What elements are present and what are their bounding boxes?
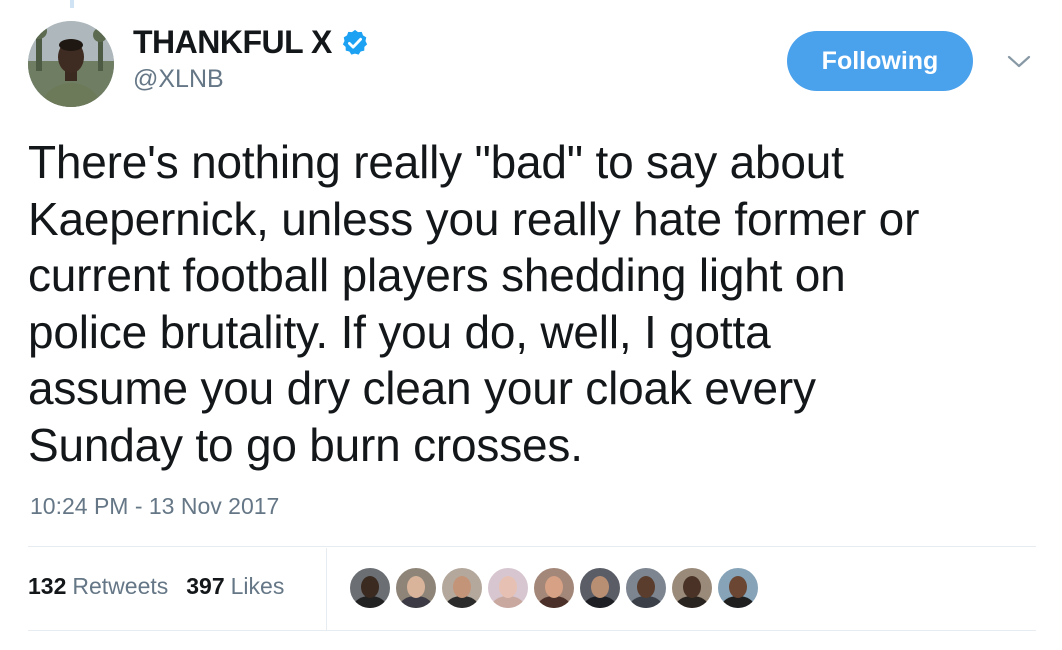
liker-avatar-body [722, 596, 754, 608]
liker-avatars [348, 566, 762, 610]
tweet-stats: 132 Retweets 397 Likes [28, 573, 302, 600]
verified-badge-icon [342, 29, 367, 55]
author-avatar[interactable] [28, 21, 114, 107]
liker-avatar-face [683, 576, 701, 598]
retweets-stat[interactable]: 132 Retweets [28, 573, 168, 600]
liker-avatar-body [630, 596, 662, 608]
liker-avatar[interactable] [624, 566, 668, 610]
liker-avatar-face [545, 576, 563, 598]
liker-avatar[interactable] [716, 566, 760, 610]
author-name-row[interactable]: THANKFUL X [133, 24, 370, 61]
likes-count: 397 [186, 573, 225, 599]
liker-avatar-body [400, 596, 432, 608]
stats-divider-bottom [28, 630, 1036, 631]
liker-avatar-face [591, 576, 609, 598]
liker-avatar-body [538, 596, 570, 608]
liker-avatar-face [361, 576, 379, 598]
likes-stat[interactable]: 397 Likes [186, 573, 284, 600]
liker-avatar-body [584, 596, 616, 608]
liker-avatar-body [676, 596, 708, 608]
tweet-text-line: police brutality. If you do, well, I got… [28, 305, 771, 358]
following-button[interactable]: Following [787, 31, 973, 91]
thread-connector-line [70, 0, 74, 8]
liker-avatar-face [453, 576, 471, 598]
liker-avatar[interactable] [670, 566, 714, 610]
liker-avatar-face [637, 576, 655, 598]
tweet-timestamp[interactable]: 10:24 PM - 13 Nov 2017 [30, 493, 279, 520]
stats-divider-top [28, 546, 1036, 547]
retweets-label: Retweets [72, 573, 169, 599]
tweet-text-line: Kaepernick, unless you really hate forme… [28, 192, 920, 245]
author-name[interactable]: THANKFUL X [133, 24, 332, 61]
tweet-text-line: There's nothing really "bad" to say abou… [28, 136, 844, 188]
liker-avatar[interactable] [486, 566, 530, 610]
avatar-image [28, 21, 114, 107]
stats-vertical-divider [326, 548, 327, 630]
tweet-text: There's nothing really "bad" to say abou… [28, 134, 1038, 473]
tweet-text-line: assume you dry clean your cloak every [28, 362, 816, 414]
liker-avatar-face [729, 576, 747, 598]
likes-label: Likes [230, 573, 285, 599]
liker-avatar-face [499, 576, 517, 598]
liker-avatar-body [354, 596, 386, 608]
tweet-text-line: Sunday to go burn crosses. [28, 418, 583, 471]
liker-avatar[interactable] [348, 566, 392, 610]
liker-avatar-body [446, 596, 478, 608]
liker-avatar[interactable] [578, 566, 622, 610]
liker-avatar[interactable] [440, 566, 484, 610]
retweets-count: 132 [28, 573, 67, 599]
liker-avatar-body [492, 596, 524, 608]
chevron-down-icon[interactable] [1005, 52, 1033, 72]
liker-avatar[interactable] [532, 566, 576, 610]
liker-avatar[interactable] [394, 566, 438, 610]
author-handle[interactable]: @XLNB [133, 65, 224, 94]
tweet-text-line: current football players shedding light … [28, 249, 846, 301]
liker-avatar-face [407, 576, 425, 598]
